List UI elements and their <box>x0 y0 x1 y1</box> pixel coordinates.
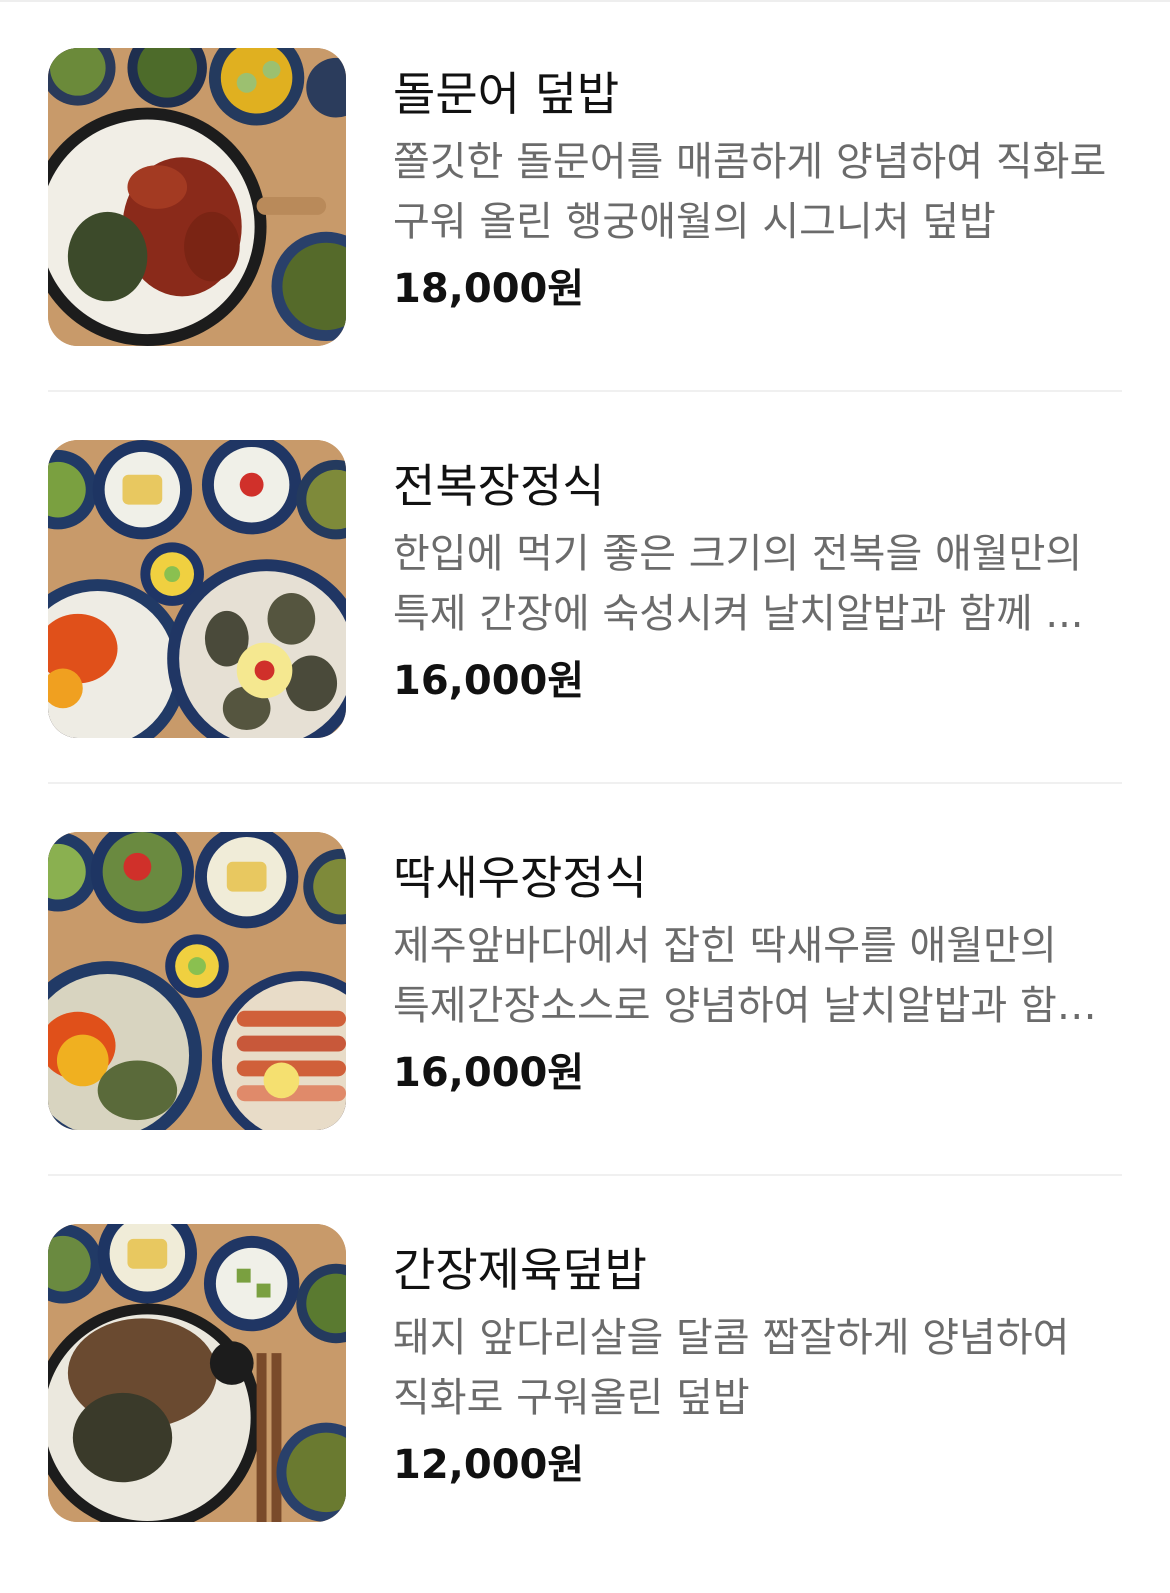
menu-item-photo <box>48 440 346 738</box>
menu-item-shrimp-set[interactable]: 딱새우장정식 제주앞바다에서 잡힌 딱새우를 애월만의 특제간장소스로 양념하여… <box>48 784 1122 1176</box>
abalone-set-meal-photo-icon <box>48 440 346 738</box>
shrimp-set-meal-photo-icon <box>48 832 346 1130</box>
soy-pork-rice-bowl-photo-icon <box>48 1224 346 1522</box>
menu-item-photo <box>48 1224 346 1522</box>
octopus-rice-bowl-photo-icon <box>48 48 346 346</box>
menu-item-price: 18,000원 <box>393 266 585 312</box>
menu-item-price: 16,000원 <box>393 658 585 704</box>
menu-item-price: 12,000원 <box>393 1442 585 1488</box>
menu-item-description: 쫄깃한 돌문어를 매콤하게 양념하여 직화로 구워 올린 행궁애월의 시그니처 … <box>393 139 1107 245</box>
menu-item-name: 간장제육덮밥 <box>393 1243 647 1297</box>
menu-list: 돌문어 덮밥 쫄깃한 돌문어를 매콤하게 양념하여 직화로 구워 올린 행궁애월… <box>48 0 1122 1568</box>
menu-item-octopus-bowl[interactable]: 돌문어 덮밥 쫄깃한 돌문어를 매콤하게 양념하여 직화로 구워 올린 행궁애월… <box>48 0 1122 392</box>
menu-item-info: 돌문어 덮밥 쫄깃한 돌문어를 매콤하게 양념하여 직화로 구워 올린 행궁애월… <box>393 62 1123 318</box>
menu-item-description: 돼지 앞다리살을 달콤 짭잘하게 양념하여 직화로 구워올린 덮밥 <box>393 1315 1070 1421</box>
menu-item-photo <box>48 48 346 346</box>
menu-item-description: 제주앞바다에서 잡힌 딱새우를 애월만의 특제간장소스로 양념하여 날치알밥과 … <box>393 923 1094 1029</box>
menu-item-price: 16,000원 <box>393 1050 585 1096</box>
menu-item-name: 딱새우장정식 <box>393 851 647 905</box>
menu-item-soy-pork-bowl[interactable]: 간장제육덮밥 돼지 앞다리살을 달콤 짭잘하게 양념하여 직화로 구워올린 덮밥… <box>48 1176 1122 1568</box>
menu-item-description: 한입에 먹기 좋은 크기의 전복을 애월만의 특제 간장에 숙성시켜 날치알밥과… <box>393 531 1084 637</box>
menu-item-name: 돌문어 덮밥 <box>393 67 620 121</box>
menu-item-info: 간장제육덮밥 돼지 앞다리살을 달콤 짭잘하게 양념하여 직화로 구워올린 덮밥… <box>393 1238 1123 1494</box>
menu-item-abalone-set[interactable]: 전복장정식 한입에 먹기 좋은 크기의 전복을 애월만의 특제 간장에 숙성시켜… <box>48 392 1122 784</box>
menu-item-photo <box>48 832 346 1130</box>
menu-item-info: 전복장정식 한입에 먹기 좋은 크기의 전복을 애월만의 특제 간장에 숙성시켜… <box>393 454 1123 710</box>
menu-item-info: 딱새우장정식 제주앞바다에서 잡힌 딱새우를 애월만의 특제간장소스로 양념하여… <box>393 846 1123 1102</box>
menu-item-name: 전복장정식 <box>393 459 605 513</box>
